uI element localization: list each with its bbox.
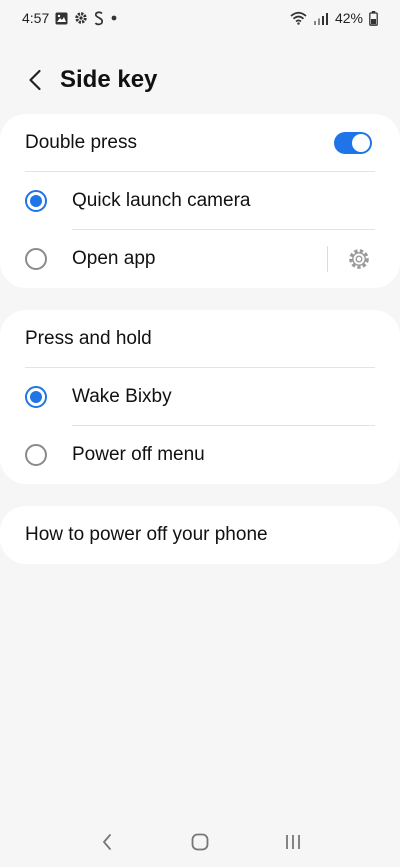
battery-icon <box>369 10 378 26</box>
help-link[interactable]: How to power off your phone <box>25 524 268 546</box>
recents-icon <box>286 835 301 849</box>
toggle-knob <box>352 134 370 152</box>
back-button[interactable] <box>10 56 60 104</box>
nav-home-button[interactable] <box>180 822 220 862</box>
s-icon <box>94 10 104 26</box>
radio-open-app[interactable] <box>25 248 47 270</box>
option-open-app[interactable]: Open app <box>0 230 400 288</box>
option-label: Power off menu <box>72 444 205 465</box>
option-power-off-menu[interactable]: Power off menu <box>0 426 400 484</box>
back-arrow-icon <box>29 69 41 91</box>
option-quick-launch-camera[interactable]: Quick launch camera <box>0 172 400 230</box>
back-icon <box>102 834 111 850</box>
page-header: Side key <box>0 56 400 104</box>
option-label: Open app <box>72 248 156 269</box>
signal-icon <box>313 12 329 25</box>
double-press-toggle[interactable] <box>334 132 372 154</box>
status-bar: 4:57 42% <box>0 0 400 36</box>
battery-percent: 42% <box>334 10 363 26</box>
home-icon <box>191 833 209 851</box>
option-label: Wake Bixby <box>72 386 172 407</box>
help-card[interactable]: How to power off your phone <box>0 506 400 564</box>
vertical-separator <box>327 246 328 272</box>
radio-wake-bixby[interactable] <box>25 386 47 408</box>
gear-icon[interactable] <box>346 246 372 272</box>
option-label: Quick launch camera <box>72 190 251 211</box>
option-wake-bixby[interactable]: Wake Bixby <box>0 368 400 426</box>
navigation-bar <box>0 817 400 867</box>
dot-icon <box>110 14 118 22</box>
radio-power-off-menu[interactable] <box>25 444 47 466</box>
gallery-icon <box>55 12 68 25</box>
press-and-hold-card: Press and hold Wake Bixby Power off menu <box>0 310 400 484</box>
radio-quick-launch-camera[interactable] <box>25 190 47 212</box>
status-time: 4:57 <box>22 10 50 26</box>
wifi-icon <box>290 11 307 25</box>
help-row[interactable]: How to power off your phone <box>0 506 400 564</box>
page-title: Side key <box>60 66 158 93</box>
status-left: 4:57 <box>22 10 118 26</box>
nav-back-button[interactable] <box>87 822 127 862</box>
press-and-hold-label: Press and hold <box>25 328 152 349</box>
double-press-label: Double press <box>25 132 137 153</box>
radio-dot <box>30 391 42 403</box>
open-app-settings <box>327 246 372 272</box>
status-right: 42% <box>290 10 378 26</box>
press-and-hold-row: Press and hold <box>0 310 400 368</box>
double-press-row[interactable]: Double press <box>0 114 400 172</box>
settings-icon <box>74 11 88 25</box>
nav-recents-button[interactable] <box>273 822 313 862</box>
double-press-card: Double press Quick launch camera Open ap… <box>0 114 400 288</box>
radio-dot <box>30 195 42 207</box>
